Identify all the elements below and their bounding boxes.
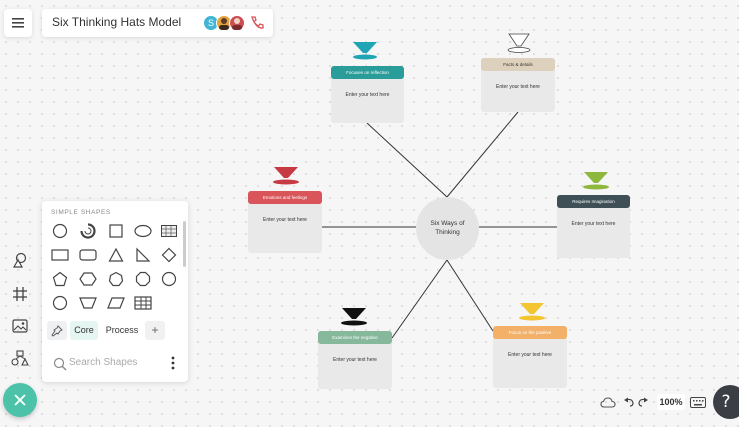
card-text[interactable]: Enter your text here — [318, 357, 392, 363]
heptagon-shape-icon[interactable] — [107, 270, 125, 288]
red-hat-icon — [273, 167, 299, 185]
card-header: Focus on the positive — [493, 326, 567, 339]
shapes-panel: SIMPLE SHAPES Core Process + Search Shap… — [42, 201, 188, 382]
card-header: Facts & details — [481, 58, 555, 71]
black-hat-icon — [341, 308, 367, 326]
image-icon — [12, 319, 28, 333]
card-text[interactable]: Enter your text here — [493, 352, 567, 358]
card-text[interactable]: Enter your text here — [248, 217, 322, 223]
pentagon-shape-icon[interactable] — [51, 270, 69, 288]
white-hat-icon — [507, 33, 531, 53]
card-header: Requires Imagination — [557, 195, 630, 208]
keyboard-icon[interactable] — [690, 397, 706, 408]
ellipse-shape-icon[interactable] — [134, 222, 152, 240]
grid-table-shape-icon[interactable] — [160, 222, 178, 240]
triangle-shape-icon[interactable] — [107, 246, 125, 264]
octagon-shape-icon[interactable] — [134, 270, 152, 288]
green-hat-icon — [583, 172, 609, 190]
tab-process[interactable]: Process — [102, 321, 142, 340]
tab-add[interactable]: + — [145, 321, 165, 340]
pin-icon — [51, 325, 63, 337]
help-button[interactable]: ? — [713, 385, 739, 419]
search-icon — [53, 357, 67, 371]
rounded-rectangle-shape-icon[interactable] — [79, 246, 97, 264]
card-red-hat[interactable]: Emotions and feelings Enter your text he… — [248, 191, 322, 253]
tab-pinned[interactable] — [47, 321, 67, 340]
card-header: Focuses on reflection — [331, 66, 404, 79]
undo-icon[interactable] — [623, 396, 635, 408]
card-header: Examines the negative — [318, 331, 392, 344]
close-icon — [14, 394, 26, 406]
card-blue-hat[interactable]: Focuses on reflection Enter your text he… — [331, 66, 404, 123]
square-shape-icon[interactable] — [107, 222, 125, 240]
redo-icon[interactable] — [637, 396, 649, 408]
center-label: Six Ways of Thinking — [430, 220, 465, 236]
trapezoid-shape-icon[interactable] — [79, 294, 97, 312]
card-text[interactable]: Enter your text here — [481, 84, 555, 90]
search-placeholder: Search Shapes — [69, 357, 138, 368]
shapes-icon — [12, 252, 27, 268]
rectangle-shape-icon[interactable] — [51, 246, 69, 264]
search-shapes-input[interactable]: Search Shapes — [51, 354, 161, 373]
frame-tool-button[interactable] — [10, 284, 30, 304]
cloud-save-icon[interactable] — [600, 396, 616, 408]
right-triangle-shape-icon[interactable] — [134, 246, 152, 264]
card-text[interactable]: Enter your text here — [331, 92, 404, 98]
hexagon-shape-icon[interactable] — [79, 270, 97, 288]
templates-icon — [11, 350, 29, 366]
close-panel-button[interactable] — [3, 383, 37, 417]
yellow-hat-icon — [519, 303, 545, 321]
circle-outline-shape-icon[interactable] — [51, 294, 69, 312]
more-options-icon[interactable] — [169, 356, 177, 370]
card-text[interactable]: Enter your text here — [557, 221, 630, 227]
help-icon: ? — [721, 392, 731, 412]
shapes-tool-button[interactable] — [10, 250, 30, 270]
panel-scrollbar[interactable] — [183, 221, 186, 267]
frame-icon — [13, 287, 27, 301]
card-green-hat[interactable]: Requires Imagination Enter your text her… — [557, 195, 630, 258]
center-node[interactable]: Six Ways of Thinking — [416, 197, 479, 260]
partial-circle-shape-icon[interactable] — [79, 222, 97, 240]
card-black-hat[interactable]: Examines the negative Enter your text he… — [318, 331, 392, 389]
circle-shape-icon[interactable] — [51, 222, 69, 240]
templates-tool-button[interactable] — [10, 348, 30, 368]
zoom-level[interactable]: 100% — [657, 394, 685, 410]
card-white-hat[interactable]: Facts & details Enter your text here — [481, 58, 555, 112]
table-shape-icon[interactable] — [134, 294, 152, 312]
card-yellow-hat[interactable]: Focus on the positive Enter your text he… — [493, 326, 567, 388]
image-tool-button[interactable] — [10, 316, 30, 336]
tab-core[interactable]: Core — [70, 321, 98, 340]
card-header: Emotions and feelings — [248, 191, 322, 204]
panel-section-title: SIMPLE SHAPES — [51, 209, 111, 216]
diamond-shape-icon[interactable] — [160, 246, 178, 264]
blue-hat-icon — [353, 42, 377, 60]
parallelogram-shape-icon[interactable] — [107, 294, 125, 312]
decagon-shape-icon[interactable] — [160, 270, 178, 288]
